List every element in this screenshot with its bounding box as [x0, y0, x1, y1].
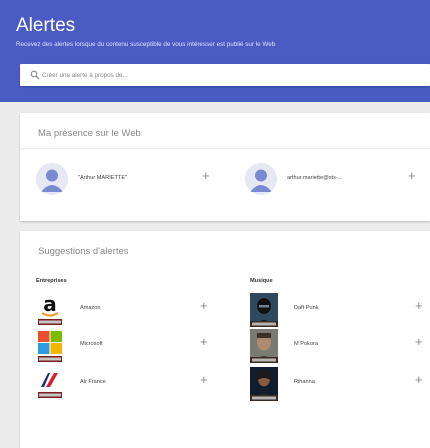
create-alert-search[interactable] — [20, 64, 430, 86]
page-subtitle: Recevez des alertes lorsque du contenu s… — [16, 41, 276, 48]
presence-title: Ma présence sur le Web — [38, 128, 141, 139]
daft-punk-photo-icon — [250, 293, 278, 327]
presence-card: Ma présence sur le Web "Arthur MARIETTE"… — [20, 113, 430, 221]
presence-item-email: arthur.mariette@sts-... + — [245, 163, 430, 195]
suggestion-microsoft: Microsoft + — [36, 329, 211, 365]
svg-text:a: a — [43, 293, 57, 316]
add-alert-button[interactable]: + — [415, 373, 423, 386]
divider — [20, 148, 430, 149]
person-avatar-icon — [36, 163, 68, 195]
suggestion-amazon: a Amazon + — [36, 293, 211, 329]
suggestion-label: Microsoft — [80, 341, 103, 347]
column-header-companies: Entreprises — [36, 278, 67, 284]
suggestion-m-pokora: M Pokora + — [250, 329, 430, 365]
suggestion-rihanna: Rihanna + — [250, 367, 430, 403]
add-alert-button[interactable]: + — [415, 335, 423, 348]
add-alert-button[interactable]: + — [415, 299, 423, 312]
page-title: Alertes — [16, 15, 76, 36]
suggestion-label: Daft Punk — [294, 305, 319, 311]
add-alert-button[interactable]: + — [202, 169, 210, 182]
column-header-music: Musique — [250, 278, 273, 284]
person-avatar-icon — [245, 163, 277, 195]
search-icon — [30, 70, 40, 80]
amazon-logo-icon: a — [36, 293, 64, 327]
add-alert-button[interactable]: + — [408, 169, 416, 182]
create-alert-input[interactable] — [42, 67, 422, 83]
air-france-logo-icon — [36, 367, 64, 401]
presence-item-name: "Arthur MARIETTE" + — [36, 163, 226, 195]
suggestions-card: Suggestions d'alertes Entreprises Musiqu… — [20, 231, 430, 448]
suggestion-label: Air France — [80, 379, 106, 385]
microsoft-logo-icon — [36, 329, 64, 363]
presence-label: arthur.mariette@sts-... — [287, 175, 343, 181]
suggestions-title: Suggestions d'alertes — [38, 246, 129, 257]
add-alert-button[interactable]: + — [200, 299, 208, 312]
suggestion-air-france: Air France + — [36, 367, 211, 403]
add-alert-button[interactable]: + — [200, 335, 208, 348]
suggestion-daft-punk: Daft Punk + — [250, 293, 430, 329]
rihanna-photo-icon — [250, 367, 278, 401]
divider — [20, 271, 430, 272]
app-header: Alertes Recevez des alertes lorsque du c… — [0, 0, 430, 102]
add-alert-button[interactable]: + — [200, 373, 208, 386]
presence-label: "Arthur MARIETTE" — [78, 175, 128, 181]
m-pokora-photo-icon — [250, 329, 278, 363]
suggestion-label: Rihanna — [294, 379, 315, 385]
suggestion-label: M Pokora — [294, 341, 318, 347]
suggestion-label: Amazon — [80, 305, 101, 311]
